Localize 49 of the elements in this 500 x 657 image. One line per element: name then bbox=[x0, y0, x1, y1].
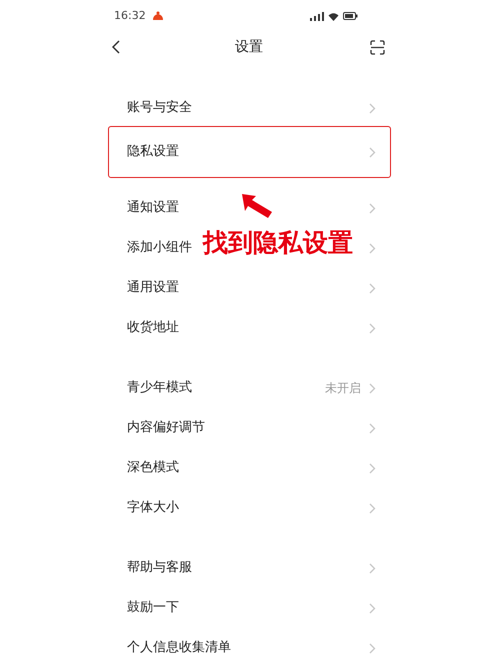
row-label: 深色模式 bbox=[127, 459, 179, 478]
settings-row[interactable]: 个人信息收集清单 bbox=[108, 628, 391, 657]
wifi-icon bbox=[328, 12, 339, 20]
row-label: 隐私设置 bbox=[127, 143, 179, 162]
back-icon bbox=[112, 40, 120, 54]
chevron-icon bbox=[369, 242, 376, 254]
chevron-icon bbox=[369, 562, 376, 574]
page-title: 设置 bbox=[235, 38, 263, 56]
chevron-icon bbox=[369, 642, 376, 654]
battery-icon bbox=[343, 12, 358, 20]
row-value: 未开启 bbox=[325, 380, 361, 397]
chevron-icon bbox=[369, 382, 376, 394]
row-label: 收货地址 bbox=[127, 319, 179, 338]
settings-row[interactable]: 鼓励一下 bbox=[108, 588, 391, 628]
settings-row[interactable]: 青少年模式 未开启 bbox=[108, 368, 391, 408]
settings-row[interactable]: 隐私设置 bbox=[108, 126, 391, 178]
settings-row[interactable]: 收货地址 bbox=[108, 308, 391, 348]
scan-button[interactable] bbox=[370, 39, 386, 55]
settings-row[interactable]: 深色模式 bbox=[108, 448, 391, 488]
chevron-icon bbox=[369, 462, 376, 474]
row-label: 青少年模式 bbox=[127, 379, 192, 398]
settings-row[interactable]: 通知设置 bbox=[108, 188, 391, 228]
settings-row[interactable]: 字体大小 bbox=[108, 488, 391, 528]
settings-row[interactable]: 账号与安全 bbox=[108, 88, 391, 128]
scan-icon bbox=[370, 40, 385, 54]
settings-row[interactable]: 内容偏好调节 bbox=[108, 408, 391, 448]
chevron-icon bbox=[369, 282, 376, 294]
row-label: 字体大小 bbox=[127, 499, 179, 518]
row-label: 帮助与客服 bbox=[127, 559, 192, 578]
row-label: 鼓励一下 bbox=[127, 599, 179, 618]
chevron-icon bbox=[369, 322, 376, 334]
settings-row[interactable]: 帮助与客服 bbox=[108, 548, 391, 588]
row-label: 内容偏好调节 bbox=[127, 419, 205, 438]
chevron-icon bbox=[369, 102, 376, 114]
row-label: 添加小组件 bbox=[127, 239, 192, 258]
row-label: 个人信息收集清单 bbox=[127, 639, 231, 657]
row-label: 通用设置 bbox=[127, 279, 179, 298]
status-time: 16:32 bbox=[114, 8, 146, 24]
chevron-icon bbox=[369, 602, 376, 614]
row-label: 通知设置 bbox=[127, 199, 179, 218]
chevron-icon bbox=[369, 202, 376, 214]
arrow-icon bbox=[240, 192, 274, 220]
chevron-icon bbox=[369, 502, 376, 514]
app-notification-icon bbox=[152, 11, 164, 21]
row-label: 账号与安全 bbox=[127, 99, 192, 118]
signal-icon bbox=[310, 12, 324, 20]
chevron-icon bbox=[369, 422, 376, 434]
settings-row[interactable]: 通用设置 bbox=[108, 268, 391, 308]
chevron-icon bbox=[369, 146, 376, 158]
